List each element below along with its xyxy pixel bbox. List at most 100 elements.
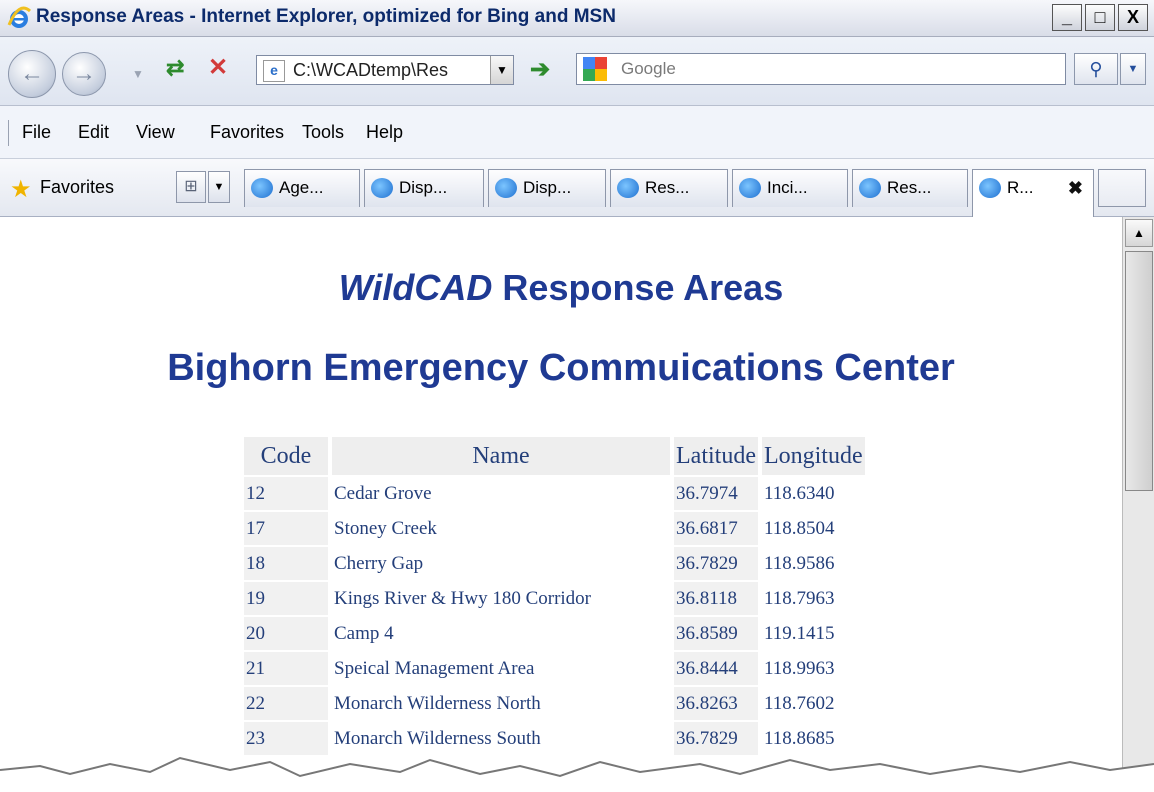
cell-longitude: 118.7963 (763, 587, 835, 609)
ie-tab-icon (371, 178, 393, 198)
cell-name: Stoney Creek (334, 517, 437, 539)
go-arrow-icon[interactable]: ➔ (530, 55, 550, 84)
back-arrow-icon: ← (20, 60, 44, 87)
maximize-button[interactable]: □ (1085, 4, 1115, 31)
cell-code: 21 (244, 652, 328, 685)
close-button[interactable]: X (1118, 4, 1148, 31)
cell-longitude: 118.8504 (763, 517, 835, 539)
cell-longitude: 118.7602 (763, 692, 835, 714)
address-input[interactable]: e C:\WCADtemp\Res ▼ (256, 55, 514, 85)
magnifier-icon: ⚲ (1089, 58, 1103, 79)
tab-3[interactable]: Disp... (488, 169, 606, 207)
title-bar: Response Areas - Internet Explorer, opti… (0, 0, 1154, 37)
table-row: 19 Kings River & Hwy 180 Corridor 36.811… (244, 582, 865, 615)
cell-latitude: 36.7829 (674, 547, 758, 580)
search-button[interactable]: ⚲ (1074, 53, 1118, 85)
refresh-icon[interactable]: ⇄ (166, 55, 184, 81)
cell-name: Monarch Wilderness North (334, 692, 541, 714)
favorites-button[interactable]: Favorites (40, 177, 114, 198)
cell-latitude: 36.8263 (674, 687, 758, 720)
forward-arrow-icon: → (72, 60, 96, 87)
cell-latitude: 36.8118 (674, 582, 758, 615)
menu-file[interactable]: File (22, 122, 51, 143)
menu-bar: File Edit View Favorites Tools Help (0, 106, 1154, 159)
cell-longitude: 118.9963 (763, 657, 835, 679)
page-content: WildCAD Response Areas Bighorn Emergency… (0, 217, 1122, 792)
minimize-button[interactable]: _ (1052, 4, 1082, 31)
table-row: 20 Camp 4 36.8589 119.1415 (244, 617, 865, 650)
ie-tab-icon (859, 178, 881, 198)
page-title-rest: Response Areas (492, 267, 784, 308)
page-title-italic: WildCAD (338, 267, 493, 308)
cell-latitude: 36.6817 (674, 512, 758, 545)
ie-tab-icon (495, 178, 517, 198)
cell-code: 12 (244, 477, 328, 510)
ie-tab-icon (739, 178, 761, 198)
tab-label: Res... (645, 178, 690, 197)
menu-favorites[interactable]: Favorites (210, 122, 284, 143)
new-tab-button[interactable] (1098, 169, 1146, 207)
table-row: 17 Stoney Creek 36.6817 118.8504 (244, 512, 865, 545)
quick-tabs-icon[interactable]: ⊞ (176, 171, 206, 203)
search-options-dropdown-icon[interactable]: ▼ (1120, 53, 1146, 85)
cell-longitude: 119.1415 (763, 622, 835, 644)
scroll-thumb[interactable] (1125, 251, 1153, 491)
tab-1[interactable]: Age... (244, 169, 360, 207)
stop-icon[interactable]: ✕ (208, 53, 228, 82)
close-tab-icon[interactable]: ✖ (1068, 170, 1083, 206)
header-longitude: Longitude (761, 437, 865, 475)
favorites-star-icon[interactable]: ★ (10, 175, 32, 204)
tab-list-dropdown-icon[interactable]: ▼ (208, 171, 230, 203)
tab-label: Age... (279, 178, 324, 197)
ie-tab-icon (251, 178, 273, 198)
table-header-row: Code Name Latitude Longitude (244, 437, 865, 475)
table-row: 12 Cedar Grove 36.7974 118.6340 (244, 477, 865, 510)
table-row: 23 Monarch Wilderness South 36.7829 118.… (244, 722, 865, 755)
tab-label: Inci... (767, 178, 808, 197)
page-icon: e (263, 60, 285, 82)
tab-label: R... (1007, 178, 1034, 197)
cell-name: Kings River & Hwy 180 Corridor (334, 587, 592, 609)
cell-latitude: 36.7829 (674, 722, 758, 755)
header-name: Name (332, 437, 670, 475)
vertical-scrollbar[interactable]: ▲ (1122, 217, 1154, 792)
page-title: WildCAD Response Areas (0, 267, 1122, 309)
cell-code: 23 (244, 722, 328, 755)
tab-5[interactable]: Inci... (732, 169, 848, 207)
menu-edit[interactable]: Edit (78, 122, 109, 143)
back-button[interactable]: ← (8, 50, 56, 98)
address-dropdown-icon[interactable]: ▼ (490, 56, 513, 84)
cell-code: 18 (244, 547, 328, 580)
internet-explorer-icon (7, 6, 32, 28)
favorites-bar: ★ Favorites ⊞ ▼ Age... Disp... Disp... R… (0, 159, 1154, 217)
search-input[interactable]: Google (576, 53, 1066, 85)
tab-active[interactable]: R... ✖ (972, 169, 1094, 217)
table-row: 21 Speical Management Area 36.8444 118.9… (244, 652, 865, 685)
forward-button[interactable]: → (62, 52, 106, 96)
torn-edge-decoration (0, 756, 1154, 792)
cell-longitude: 118.8685 (763, 727, 835, 749)
address-url: C:\WCADtemp\Res (293, 60, 449, 80)
cell-longitude: 118.9586 (763, 552, 835, 574)
cell-code: 22 (244, 687, 328, 720)
tab-4[interactable]: Res... (610, 169, 728, 207)
tab-6[interactable]: Res... (852, 169, 968, 207)
menu-help[interactable]: Help (366, 122, 403, 143)
tab-2[interactable]: Disp... (364, 169, 484, 207)
menu-tools[interactable]: Tools (302, 122, 344, 143)
cell-code: 19 (244, 582, 328, 615)
history-dropdown-icon[interactable]: ▼ (132, 67, 144, 81)
tab-label: Disp... (523, 178, 572, 197)
menu-view[interactable]: View (136, 122, 175, 143)
cell-code: 20 (244, 617, 328, 650)
tab-label: Res... (887, 178, 932, 197)
cell-latitude: 36.7974 (674, 477, 758, 510)
scroll-up-icon[interactable]: ▲ (1125, 219, 1153, 247)
cell-name: Cedar Grove (334, 482, 432, 504)
cell-longitude: 118.6340 (763, 482, 835, 504)
response-areas-table: Code Name Latitude Longitude 12 Cedar Gr… (240, 435, 869, 757)
page-subtitle: Bighorn Emergency Commuications Center (167, 347, 955, 389)
ie-tab-icon (979, 178, 1001, 198)
tab-label: Disp... (399, 178, 448, 197)
header-code: Code (244, 437, 328, 475)
